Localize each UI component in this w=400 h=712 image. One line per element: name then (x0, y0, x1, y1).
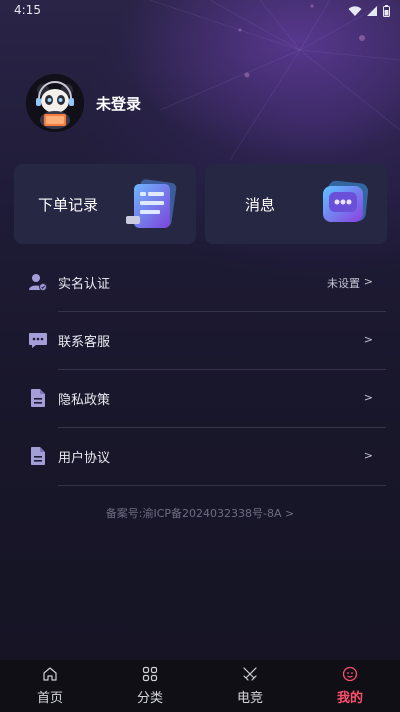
tab-mine[interactable]: 我的 (300, 660, 400, 712)
identity-status-value: 未设置 (327, 277, 360, 290)
status-icons (348, 5, 390, 17)
document-icon (31, 389, 45, 407)
panda-avatar-icon (26, 74, 84, 132)
smile-icon (342, 666, 358, 682)
tab-label-esports: 电竞 (236, 691, 263, 706)
menu-label-user-agreement: 用户协议 (58, 451, 111, 466)
chevron-right-icon: > (363, 275, 373, 288)
document-list-icon (126, 179, 177, 228)
profile-name[interactable]: 未登录 (96, 93, 141, 114)
menu-label-privacy-policy: 隐私政策 (58, 393, 111, 408)
profile-header[interactable]: 未登录 (26, 74, 141, 132)
status-bar: 4:15 (0, 0, 400, 24)
swords-icon (243, 667, 257, 681)
menu-label-identity: 实名认证 (58, 277, 111, 292)
status-time: 4:15 (14, 3, 41, 17)
grid-icon (142, 666, 158, 682)
tab-home[interactable]: 首页 (0, 660, 100, 712)
icp-record-link[interactable]: 备案号:渝ICP备2024032338号-8A > (0, 505, 400, 521)
order-history-card[interactable]: 下单记录 (14, 164, 196, 244)
menu-item-privacy-policy[interactable]: 隐私政策 > (0, 370, 400, 428)
wifi-icon (348, 6, 362, 16)
tab-label-category: 分类 (136, 691, 163, 706)
divider (58, 485, 386, 486)
user-verified-icon (29, 274, 47, 291)
home-icon (43, 667, 57, 681)
tab-category[interactable]: 分类 (100, 660, 200, 712)
order-history-label: 下单记录 (38, 196, 99, 214)
chevron-right-icon: > (363, 449, 373, 462)
chevron-right-icon: > (363, 391, 373, 404)
avatar[interactable] (26, 74, 84, 132)
tab-esports[interactable]: 电竞 (200, 660, 300, 712)
document-icon (31, 447, 45, 465)
messages-card[interactable]: 消息 (205, 164, 387, 244)
settings-menu: 实名认证 未设置 > 联系客服 > 隐私政策 > 用户协议 > (0, 254, 400, 486)
menu-item-identity[interactable]: 实名认证 未设置 > (0, 254, 400, 312)
chat-icon (29, 333, 47, 348)
tab-label-mine: 我的 (336, 691, 363, 706)
messages-label: 消息 (245, 196, 276, 214)
chat-bubble-icon (323, 180, 369, 222)
menu-item-customer-service[interactable]: 联系客服 > (0, 312, 400, 370)
tab-label-home: 首页 (36, 691, 63, 706)
chevron-right-icon: > (363, 333, 373, 346)
signal-icon (367, 6, 377, 16)
menu-item-user-agreement[interactable]: 用户协议 > (0, 428, 400, 486)
menu-label-customer-service: 联系客服 (58, 335, 111, 350)
battery-icon (383, 5, 390, 17)
bottom-tab-bar: 首页 分类 电竞 我的 (0, 660, 400, 712)
